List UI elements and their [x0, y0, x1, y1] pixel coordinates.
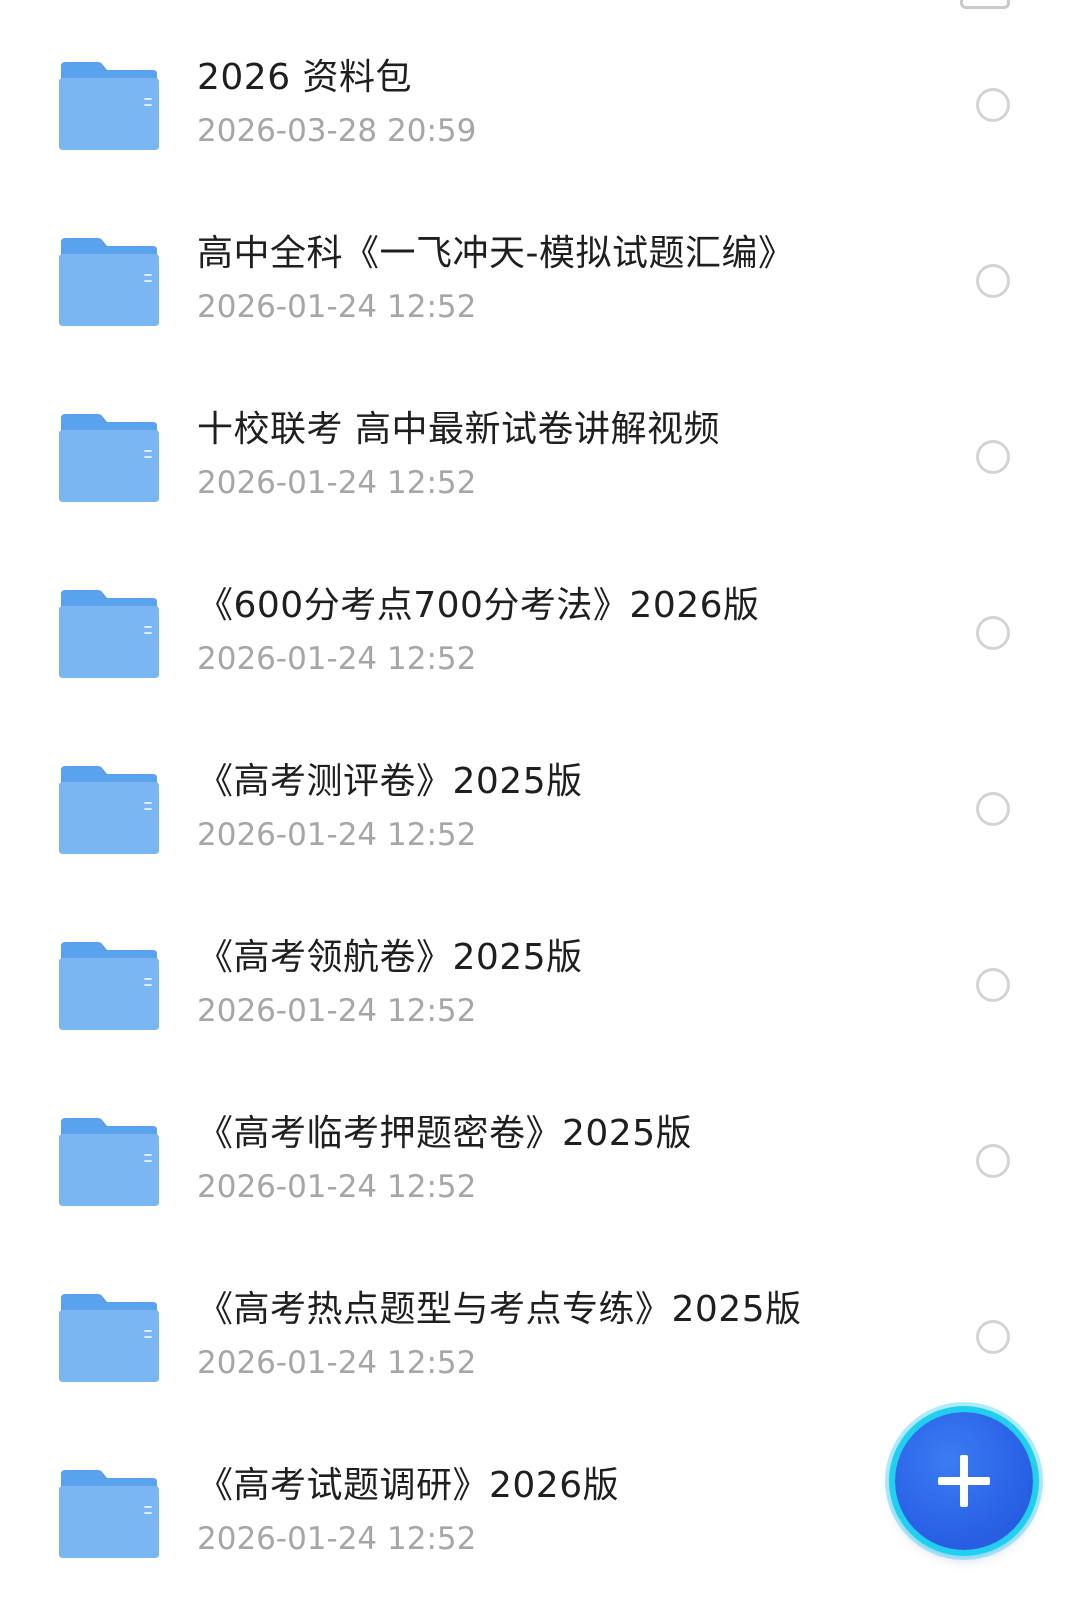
radio-unchecked-icon[interactable] [976, 968, 1010, 1002]
folder-icon [58, 940, 160, 1032]
file-row[interactable]: 《高考领航卷》2025版 2026-01-24 12:52 [0, 896, 1080, 1072]
folder-icon [58, 412, 160, 504]
file-name: 《高考试题调研》2026版 [197, 1465, 620, 1506]
file-name: 《600分考点700分考法》2026版 [197, 585, 760, 626]
file-name: 《高考测评卷》2025版 [197, 761, 583, 802]
top-bar-icon-fragment [960, 0, 1010, 9]
radio-unchecked-icon[interactable] [976, 1320, 1010, 1354]
file-list: 2026 资料包 2026-03-28 20:59 高中全科《一飞冲天-模拟试题… [0, 16, 1080, 1600]
radio-unchecked-icon[interactable] [976, 616, 1010, 650]
file-date: 2026-01-24 12:52 [197, 1169, 477, 1205]
file-row[interactable]: 《600分考点700分考法》2026版 2026-01-24 12:52 [0, 544, 1080, 720]
add-button[interactable] [895, 1412, 1033, 1550]
file-row[interactable]: 高中全科《一飞冲天-模拟试题汇编》 2026-01-24 12:52 [0, 192, 1080, 368]
file-row[interactable]: 《高考测评卷》2025版 2026-01-24 12:52 [0, 720, 1080, 896]
file-date: 2026-01-24 12:52 [197, 289, 477, 325]
plus-icon [938, 1455, 990, 1507]
radio-unchecked-icon[interactable] [976, 1144, 1010, 1178]
file-date: 2026-01-24 12:52 [197, 1345, 477, 1381]
file-row[interactable]: 《高考热点题型与考点专练》2025版 2026-01-24 12:52 [0, 1248, 1080, 1424]
file-date: 2026-01-24 12:52 [197, 1521, 477, 1557]
folder-icon [58, 1116, 160, 1208]
file-row[interactable]: 《高考临考押题密卷》2025版 2026-01-24 12:52 [0, 1072, 1080, 1248]
file-date: 2026-03-28 20:59 [197, 113, 477, 149]
file-name: 2026 资料包 [197, 57, 413, 98]
file-name: 十校联考 高中最新试卷讲解视频 [197, 409, 720, 450]
file-name: 《高考临考押题密卷》2025版 [197, 1113, 693, 1154]
folder-icon [58, 1292, 160, 1384]
file-row[interactable]: 十校联考 高中最新试卷讲解视频 2026-01-24 12:52 [0, 368, 1080, 544]
file-name: 《高考热点题型与考点专练》2025版 [197, 1289, 802, 1330]
file-date: 2026-01-24 12:52 [197, 465, 477, 501]
file-name: 《高考领航卷》2025版 [197, 937, 583, 978]
folder-icon [58, 236, 160, 328]
file-name: 高中全科《一飞冲天-模拟试题汇编》 [197, 233, 795, 274]
file-row[interactable]: 2026 资料包 2026-03-28 20:59 [0, 16, 1080, 192]
folder-icon [58, 588, 160, 680]
folder-icon [58, 60, 160, 152]
radio-unchecked-icon[interactable] [976, 440, 1010, 474]
radio-unchecked-icon[interactable] [976, 264, 1010, 298]
radio-unchecked-icon[interactable] [976, 88, 1010, 122]
file-date: 2026-01-24 12:52 [197, 993, 477, 1029]
folder-icon [58, 764, 160, 856]
file-date: 2026-01-24 12:52 [197, 641, 477, 677]
file-date: 2026-01-24 12:52 [197, 817, 477, 853]
radio-unchecked-icon[interactable] [976, 792, 1010, 826]
folder-icon [58, 1468, 160, 1560]
